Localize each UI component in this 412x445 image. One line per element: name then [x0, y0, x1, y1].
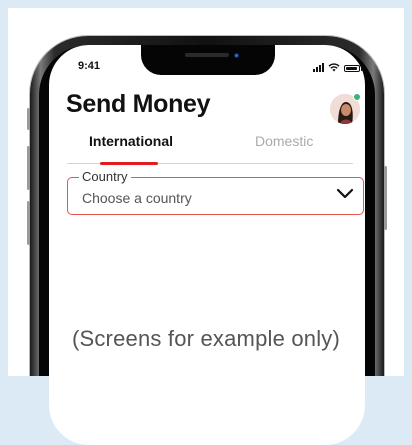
tab-domestic[interactable]: Domestic [255, 133, 313, 149]
active-tab-indicator [100, 162, 158, 165]
mute-switch [27, 108, 30, 130]
chevron-down-icon[interactable] [336, 187, 354, 201]
power-button [384, 166, 387, 230]
status-time: 9:41 [78, 60, 101, 72]
speaker-grille [185, 53, 229, 57]
front-camera-icon [233, 52, 240, 59]
online-status-dot [353, 93, 361, 101]
page-title: Send Money [66, 90, 211, 118]
notch [141, 45, 275, 75]
tab-international[interactable]: International [89, 133, 173, 149]
battery-icon [344, 65, 362, 72]
country-field-label: Country [79, 169, 131, 184]
disclaimer-caption: (Screens for example only) [71, 326, 341, 351]
country-select[interactable]: Country Choose a country [67, 169, 364, 215]
country-placeholder: Choose a country [82, 190, 192, 206]
wifi-icon [328, 63, 340, 72]
status-icons [313, 63, 362, 72]
volume-up-button [27, 146, 30, 190]
signal-icon [313, 63, 324, 72]
volume-down-button [27, 201, 30, 245]
